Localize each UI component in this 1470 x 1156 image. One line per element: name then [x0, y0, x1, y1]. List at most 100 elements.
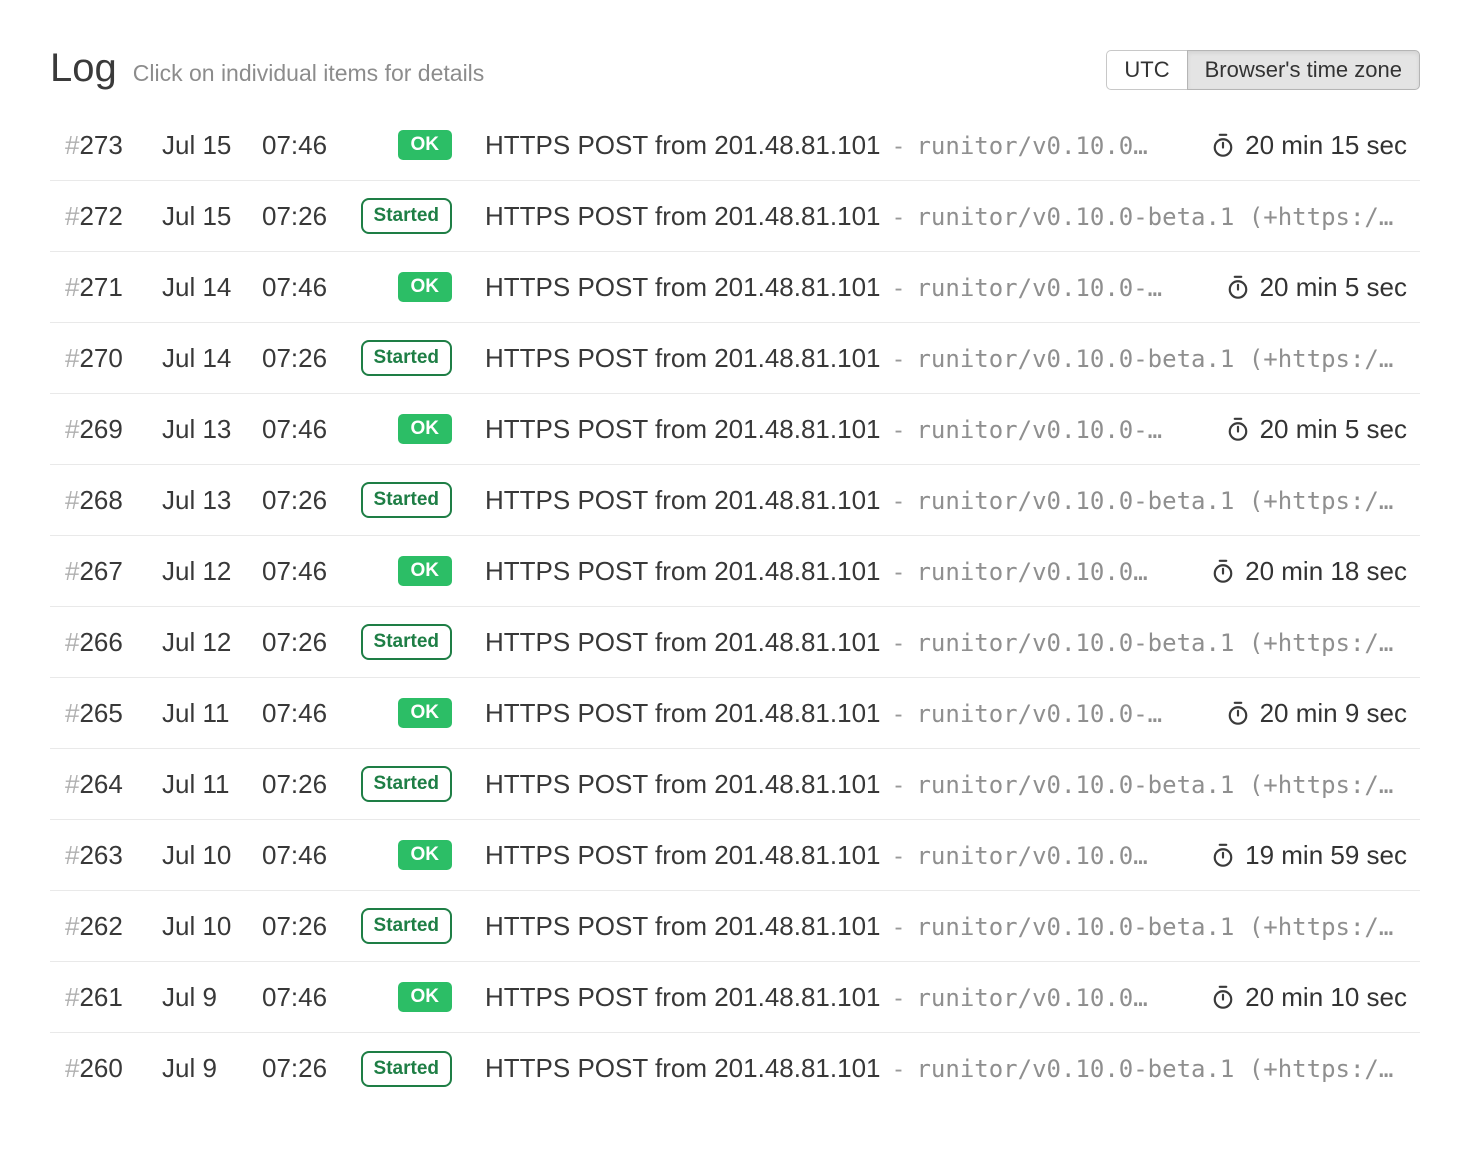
hash-sign: #: [65, 1053, 79, 1083]
duration-cell: 20 min 5 sec: [1225, 414, 1407, 445]
status-badge-cell: OK: [360, 982, 452, 1012]
entry-date: Jul 12: [162, 556, 262, 587]
status-badge-cell: OK: [360, 272, 452, 302]
hash-sign: #: [65, 414, 79, 444]
status-badge: Started: [361, 340, 452, 376]
dash-separator: -: [894, 630, 902, 657]
hash-sign: #: [65, 627, 79, 657]
entry-description: HTTPS POST from 201.48.81.101-runitor/v0…: [485, 982, 1186, 1013]
dash-separator: -: [894, 1056, 902, 1083]
page-subtitle: Click on individual items for details: [133, 60, 485, 87]
user-agent-text: runitor/v0.10.0-…: [916, 416, 1162, 444]
stopwatch-icon: [1210, 842, 1236, 868]
log-row[interactable]: #262 Jul 10 07:26 Started HTTPS POST fro…: [50, 891, 1420, 962]
timezone-toggle: UTC Browser's time zone: [1106, 50, 1420, 90]
entry-time: 07:46: [262, 556, 360, 587]
duration-cell: 20 min 15 sec: [1210, 130, 1407, 161]
log-row[interactable]: #269 Jul 13 07:46 OK HTTPS POST from 201…: [50, 394, 1420, 465]
entry-number-value: 264: [79, 769, 122, 799]
stopwatch-icon: [1210, 558, 1236, 584]
log-row[interactable]: #267 Jul 12 07:46 OK HTTPS POST from 201…: [50, 536, 1420, 607]
utc-button[interactable]: UTC: [1106, 50, 1186, 90]
request-text: HTTPS POST from 201.48.81.101: [485, 840, 880, 870]
user-agent-text: runitor/v0.10.0-beta.1 (+https:/…: [916, 203, 1393, 231]
entry-number: #263: [65, 840, 162, 871]
entry-date: Jul 10: [162, 840, 262, 871]
dash-separator: -: [894, 914, 902, 941]
stopwatch-icon: [1210, 132, 1236, 158]
log-row[interactable]: #273 Jul 15 07:46 OK HTTPS POST from 201…: [50, 110, 1420, 181]
entry-time: 07:46: [262, 130, 360, 161]
dash-separator: -: [894, 772, 902, 799]
entry-description: HTTPS POST from 201.48.81.101-runitor/v0…: [485, 911, 1407, 942]
status-badge: Started: [361, 198, 452, 234]
status-badge: OK: [398, 414, 453, 444]
entry-number-value: 269: [79, 414, 122, 444]
request-text: HTTPS POST from 201.48.81.101: [485, 272, 880, 302]
entry-description: HTTPS POST from 201.48.81.101-runitor/v0…: [485, 840, 1186, 871]
hash-sign: #: [65, 840, 79, 870]
entry-number: #262: [65, 911, 162, 942]
status-badge: OK: [398, 556, 453, 586]
log-row[interactable]: #266 Jul 12 07:26 Started HTTPS POST fro…: [50, 607, 1420, 678]
hash-sign: #: [65, 911, 79, 941]
user-agent-text: runitor/v0.10.0-beta.1 (+https:/…: [916, 771, 1393, 799]
request-text: HTTPS POST from 201.48.81.101: [485, 485, 880, 515]
status-badge-cell: Started: [360, 340, 452, 376]
hash-sign: #: [65, 130, 79, 160]
entry-number-value: 266: [79, 627, 122, 657]
hash-sign: #: [65, 556, 79, 586]
hash-sign: #: [65, 201, 79, 231]
entry-date: Jul 9: [162, 1053, 262, 1084]
log-row[interactable]: #270 Jul 14 07:26 Started HTTPS POST fro…: [50, 323, 1420, 394]
stopwatch-icon: [1225, 416, 1251, 442]
status-badge-cell: Started: [360, 908, 452, 944]
user-agent-text: runitor/v0.10.0…: [916, 132, 1147, 160]
status-badge: OK: [398, 982, 453, 1012]
entry-description: HTTPS POST from 201.48.81.101-runitor/v0…: [485, 627, 1407, 658]
entry-number: #267: [65, 556, 162, 587]
status-badge-cell: OK: [360, 698, 452, 728]
log-row[interactable]: #263 Jul 10 07:46 OK HTTPS POST from 201…: [50, 820, 1420, 891]
entry-date: Jul 15: [162, 201, 262, 232]
page-header: Log Click on individual items for detail…: [50, 0, 1420, 90]
log-row[interactable]: #268 Jul 13 07:26 Started HTTPS POST fro…: [50, 465, 1420, 536]
entry-date: Jul 11: [162, 698, 262, 729]
browser-timezone-button[interactable]: Browser's time zone: [1187, 50, 1420, 90]
dash-separator: -: [894, 985, 902, 1012]
entry-number: #261: [65, 982, 162, 1013]
entry-number-value: 263: [79, 840, 122, 870]
user-agent-text: runitor/v0.10.0…: [916, 842, 1147, 870]
status-badge-cell: Started: [360, 766, 452, 802]
dash-separator: -: [894, 559, 902, 586]
log-row[interactable]: #265 Jul 11 07:46 OK HTTPS POST from 201…: [50, 678, 1420, 749]
log-row[interactable]: #261 Jul 9 07:46 OK HTTPS POST from 201.…: [50, 962, 1420, 1033]
entry-description: HTTPS POST from 201.48.81.101-runitor/v0…: [485, 556, 1186, 587]
log-row[interactable]: #264 Jul 11 07:26 Started HTTPS POST fro…: [50, 749, 1420, 820]
entry-time: 07:26: [262, 201, 360, 232]
entry-time: 07:26: [262, 485, 360, 516]
entry-number-value: 270: [79, 343, 122, 373]
entry-time: 07:46: [262, 840, 360, 871]
entry-date: Jul 14: [162, 272, 262, 303]
hash-sign: #: [65, 982, 79, 1012]
entry-number: #266: [65, 627, 162, 658]
status-badge: Started: [361, 1051, 452, 1087]
duration-cell: 20 min 18 sec: [1210, 556, 1407, 587]
log-row[interactable]: #271 Jul 14 07:46 OK HTTPS POST from 201…: [50, 252, 1420, 323]
entry-time: 07:26: [262, 627, 360, 658]
log-row[interactable]: #272 Jul 15 07:26 Started HTTPS POST fro…: [50, 181, 1420, 252]
status-badge: OK: [398, 840, 453, 870]
entry-date: Jul 14: [162, 343, 262, 374]
duration-cell: 20 min 5 sec: [1225, 272, 1407, 303]
duration-cell: 20 min 10 sec: [1210, 982, 1407, 1013]
user-agent-text: runitor/v0.10.0…: [916, 984, 1147, 1012]
log-row[interactable]: #260 Jul 9 07:26 Started HTTPS POST from…: [50, 1033, 1420, 1104]
duration-cell: 19 min 59 sec: [1210, 840, 1407, 871]
user-agent-text: runitor/v0.10.0…: [916, 558, 1147, 586]
status-badge-cell: Started: [360, 482, 452, 518]
status-badge-cell: OK: [360, 414, 452, 444]
status-badge-cell: Started: [360, 1051, 452, 1087]
entry-date: Jul 13: [162, 414, 262, 445]
entry-time: 07:46: [262, 414, 360, 445]
